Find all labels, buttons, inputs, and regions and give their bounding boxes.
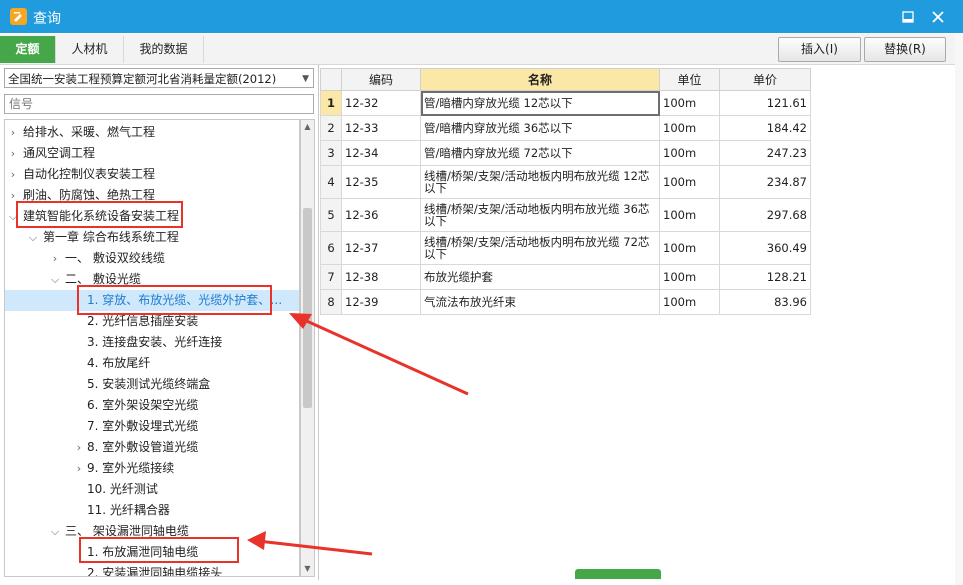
bottom-handle[interactable] [575, 569, 661, 579]
annotation-arrows [247, 313, 469, 556]
right-edge [955, 34, 963, 585]
